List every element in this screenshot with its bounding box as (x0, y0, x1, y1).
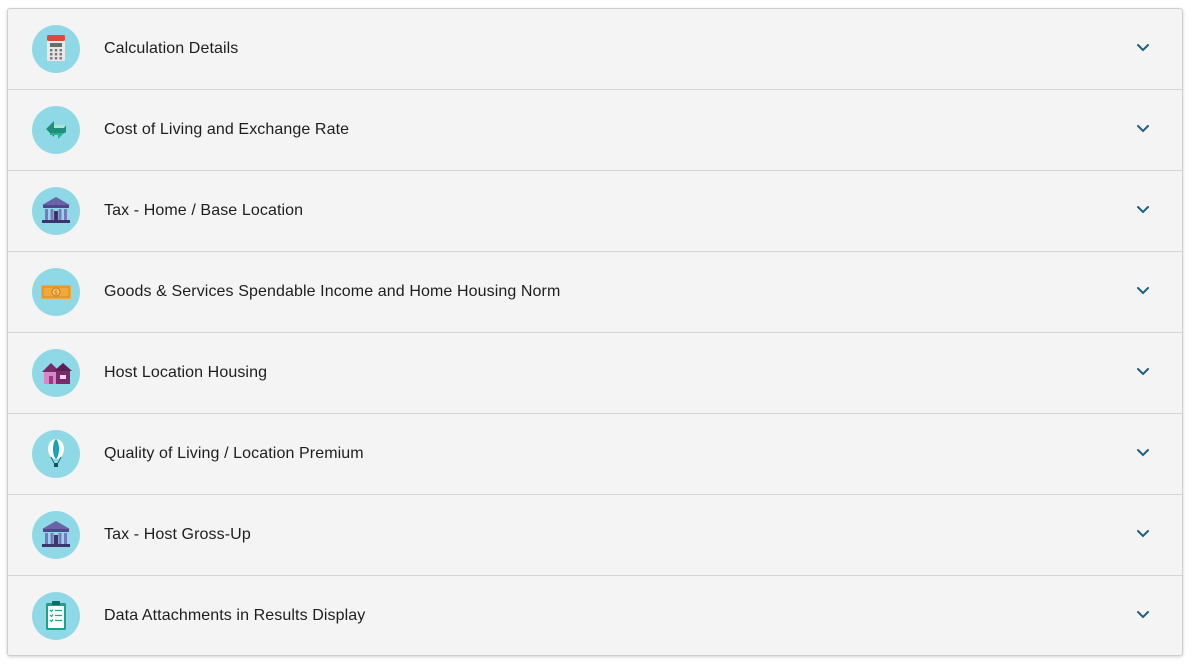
svg-text:$: $ (54, 290, 58, 297)
calculator-icon (32, 25, 80, 73)
section-data-attachments[interactable]: Data Attachments in Results Display (8, 576, 1182, 655)
section-cost-of-living[interactable]: Cost of Living and Exchange Rate (8, 90, 1182, 171)
results-accordion: Calculation Details Cost of Living and E… (7, 8, 1183, 656)
chevron-down-icon[interactable] (1134, 282, 1152, 300)
section-label: Goods & Services Spendable Income and Ho… (104, 283, 561, 300)
chevron-down-icon[interactable] (1134, 444, 1152, 462)
chevron-down-icon[interactable] (1134, 201, 1152, 219)
section-host-housing[interactable]: Host Location Housing (8, 333, 1182, 414)
chevron-down-icon[interactable] (1134, 525, 1152, 543)
section-tax-host-gross-up[interactable]: Tax - Host Gross-Up (8, 495, 1182, 576)
section-label: Calculation Details (104, 40, 239, 57)
section-label: Data Attachments in Results Display (104, 607, 366, 624)
section-calculation-details[interactable]: Calculation Details (8, 9, 1182, 90)
bank-building-icon (32, 187, 80, 235)
section-tax-home[interactable]: Tax - Home / Base Location (8, 171, 1182, 252)
section-label: Tax - Home / Base Location (104, 202, 304, 219)
chevron-down-icon[interactable] (1134, 606, 1152, 624)
bank-building-icon (32, 511, 80, 559)
hot-air-balloon-icon (32, 430, 80, 478)
section-label: Cost of Living and Exchange Rate (104, 121, 350, 138)
money-bill-icon: $ (32, 268, 80, 316)
chevron-down-icon[interactable] (1134, 363, 1152, 381)
chevron-down-icon[interactable] (1134, 120, 1152, 138)
houses-icon (32, 349, 80, 397)
section-label: Quality of Living / Location Premium (104, 445, 364, 462)
section-label: Host Location Housing (104, 364, 268, 381)
section-quality-of-living[interactable]: Quality of Living / Location Premium (8, 414, 1182, 495)
exchange-arrows-icon (32, 106, 80, 154)
section-label: Tax - Host Gross-Up (104, 526, 251, 543)
chevron-down-icon[interactable] (1134, 39, 1152, 57)
section-goods-services[interactable]: $ Goods & Services Spendable Income and … (8, 252, 1182, 333)
clipboard-checklist-icon (32, 592, 80, 640)
